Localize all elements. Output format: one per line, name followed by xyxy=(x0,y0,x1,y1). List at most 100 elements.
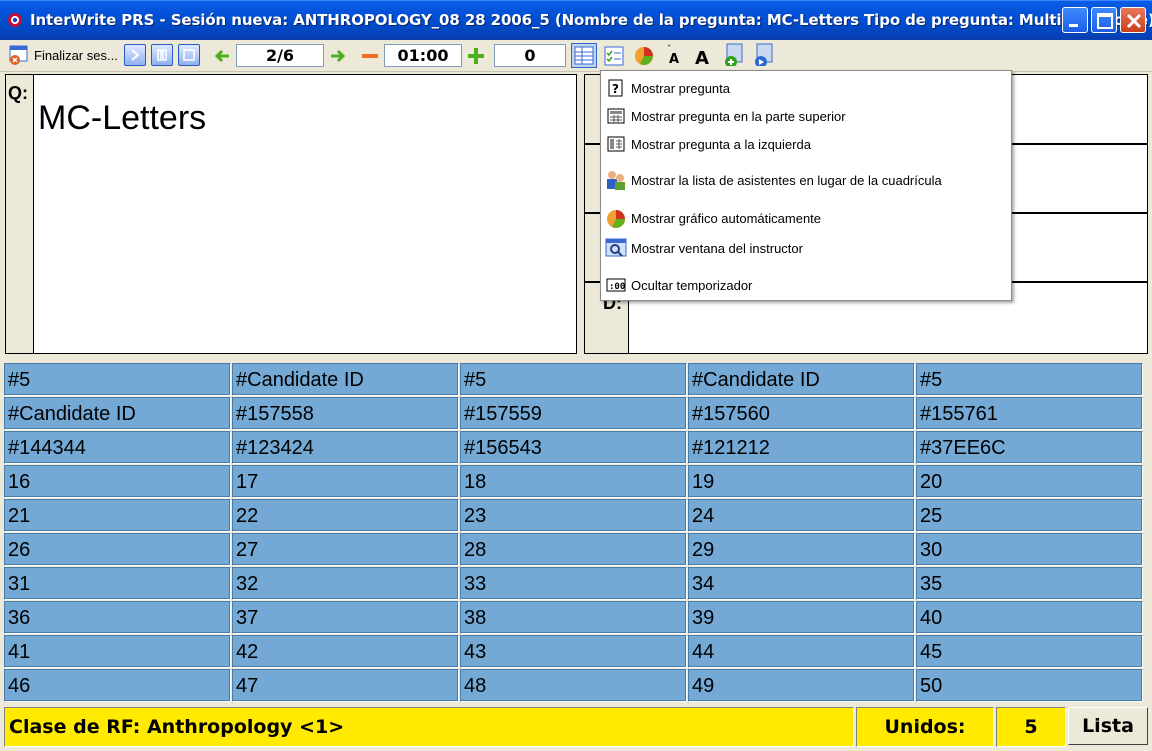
menu-separator xyxy=(609,198,1007,199)
grid-cell[interactable]: 25 xyxy=(916,499,1143,532)
menu-item-label: Mostrar pregunta en la parte superior xyxy=(631,108,846,124)
pause-icon xyxy=(157,49,167,61)
grid-cell[interactable]: 32 xyxy=(232,567,459,600)
grid-cell[interactable]: 31 xyxy=(4,567,231,600)
grid-cell[interactable]: 34 xyxy=(688,567,915,600)
grid-cell[interactable]: 35 xyxy=(916,567,1143,600)
pause-button[interactable] xyxy=(151,44,173,66)
grid-cell[interactable]: #155761 xyxy=(916,397,1143,430)
grid-cell[interactable]: #5 xyxy=(4,363,231,396)
grid-cell[interactable]: 29 xyxy=(688,533,915,566)
menu-item-label: Mostrar gráfico automáticamente xyxy=(631,210,822,226)
grid-cell[interactable]: 21 xyxy=(4,499,231,532)
maximize-icon xyxy=(1097,13,1113,29)
menu-item-auto-chart[interactable]: Mostrar gráfico automáticamente xyxy=(605,205,1007,231)
grid-cell[interactable]: 39 xyxy=(688,601,915,634)
grid-cell[interactable]: 27 xyxy=(232,533,459,566)
status-bar: Clase de RF: Anthropology <1> Unidos: 5 … xyxy=(0,705,1152,751)
grid-cell[interactable]: 48 xyxy=(460,669,687,702)
grid-cell[interactable]: 45 xyxy=(916,635,1143,668)
grid-cell[interactable]: #157558 xyxy=(232,397,459,430)
question-counter: 2/6 xyxy=(236,44,324,67)
menu-item-hide-timer[interactable]: :00 Ocultar temporizador xyxy=(605,272,1007,298)
grid-view-button[interactable] xyxy=(571,43,597,68)
grid-cell[interactable]: 49 xyxy=(688,669,915,702)
plus-time-icon[interactable] xyxy=(466,46,486,70)
menu-item-show-question-left[interactable]: Mostrar pregunta a la izquierda xyxy=(605,131,1007,157)
grid-cell[interactable]: #Candidate ID xyxy=(4,397,231,430)
grid-cell[interactable]: 37 xyxy=(232,601,459,634)
question-text: MC-Letters xyxy=(38,99,207,137)
grid-cell[interactable]: 47 xyxy=(232,669,459,702)
grid-cell[interactable]: 38 xyxy=(460,601,687,634)
grid-cell[interactable]: #37EE6C xyxy=(916,431,1143,464)
window-title: InterWrite PRS - Sesión nueva: ANTHROPOL… xyxy=(30,11,1152,29)
minus-time-icon[interactable] xyxy=(360,46,380,70)
grid-cell[interactable]: #156543 xyxy=(460,431,687,464)
minimize-button[interactable] xyxy=(1062,7,1088,33)
finish-session-button[interactable]: Finalizar ses... xyxy=(8,43,120,67)
svg-text:ˇ: ˇ xyxy=(667,44,672,55)
grid-cell[interactable]: 24 xyxy=(688,499,915,532)
add-note-icon[interactable] xyxy=(722,42,746,66)
grid-cell[interactable]: 18 xyxy=(460,465,687,498)
grid-cell[interactable]: 40 xyxy=(916,601,1143,634)
play-icon xyxy=(131,49,140,61)
grid-cell[interactable]: 28 xyxy=(460,533,687,566)
maximize-button[interactable] xyxy=(1091,7,1117,33)
grid-cell[interactable]: 16 xyxy=(4,465,231,498)
grid-cell[interactable]: #144344 xyxy=(4,431,231,464)
previous-question-icon[interactable] xyxy=(212,46,232,70)
grid-cell[interactable]: 19 xyxy=(688,465,915,498)
grid-cell[interactable]: 46 xyxy=(4,669,231,702)
grid-cell[interactable]: 17 xyxy=(232,465,459,498)
grid-cell[interactable]: 20 xyxy=(916,465,1143,498)
list-button[interactable]: Lista xyxy=(1068,707,1148,745)
svg-text:A: A xyxy=(695,48,709,68)
grid-cell[interactable]: #Candidate ID xyxy=(232,363,459,396)
grid-cell[interactable]: #123424 xyxy=(232,431,459,464)
grid-cell[interactable]: #157559 xyxy=(460,397,687,430)
close-button[interactable] xyxy=(1120,7,1146,33)
grid-cell[interactable]: #121212 xyxy=(688,431,915,464)
question-label: Q: xyxy=(8,83,28,103)
grid-cell[interactable]: #5 xyxy=(916,363,1143,396)
font-increase-icon[interactable]: A xyxy=(692,44,714,68)
next-button[interactable] xyxy=(124,44,146,66)
grid-cell[interactable]: 43 xyxy=(460,635,687,668)
menu-item-instructor-window[interactable]: Mostrar ventana del instructor xyxy=(605,235,1007,261)
grid-cell[interactable]: 36 xyxy=(4,601,231,634)
menu-item-show-attendees[interactable]: Mostrar la lista de asistentes en lugar … xyxy=(605,167,1007,193)
grid-cell[interactable]: 26 xyxy=(4,533,231,566)
menu-separator xyxy=(609,160,1007,161)
response-grid: #5 #Candidate ID #5 #Candidate ID #5 #Candida… xyxy=(4,363,1146,703)
grid-cell[interactable]: #5 xyxy=(460,363,687,396)
minimize-icon xyxy=(1069,24,1078,27)
grid-cell[interactable]: 50 xyxy=(916,669,1143,702)
menu-item-label: Mostrar pregunta xyxy=(631,80,730,96)
grid-cell[interactable]: #157560 xyxy=(688,397,915,430)
grid-cell[interactable]: 23 xyxy=(460,499,687,532)
next-question-icon[interactable] xyxy=(328,46,348,70)
checklist-icon[interactable] xyxy=(602,44,626,68)
menu-separator xyxy=(609,265,1007,266)
font-decrease-icon[interactable]: A ˇ xyxy=(664,44,684,68)
menu-item-label: Mostrar la lista de asistentes en lugar … xyxy=(631,172,942,188)
pie-chart-icon[interactable] xyxy=(632,44,656,68)
grid-cell[interactable]: #Candidate ID xyxy=(688,363,915,396)
grid-cell[interactable]: 41 xyxy=(4,635,231,668)
stop-icon xyxy=(183,49,195,61)
question-label-column: Q: xyxy=(6,75,34,353)
grid-cell[interactable]: 33 xyxy=(460,567,687,600)
grid-cell[interactable]: 30 xyxy=(916,533,1143,566)
question-icon: ? xyxy=(605,77,627,99)
grid-cell[interactable]: 22 xyxy=(232,499,459,532)
menu-item-show-question-top[interactable]: Mostrar pregunta en la parte superior xyxy=(605,103,1007,129)
grid-cell[interactable]: 44 xyxy=(688,635,915,668)
joined-label: Unidos: xyxy=(856,707,994,747)
attendees-icon xyxy=(605,169,627,191)
play-note-icon[interactable] xyxy=(752,42,776,66)
grid-cell[interactable]: 42 xyxy=(232,635,459,668)
menu-item-show-question[interactable]: ? Mostrar pregunta xyxy=(605,75,1007,101)
stop-button[interactable] xyxy=(178,44,200,66)
